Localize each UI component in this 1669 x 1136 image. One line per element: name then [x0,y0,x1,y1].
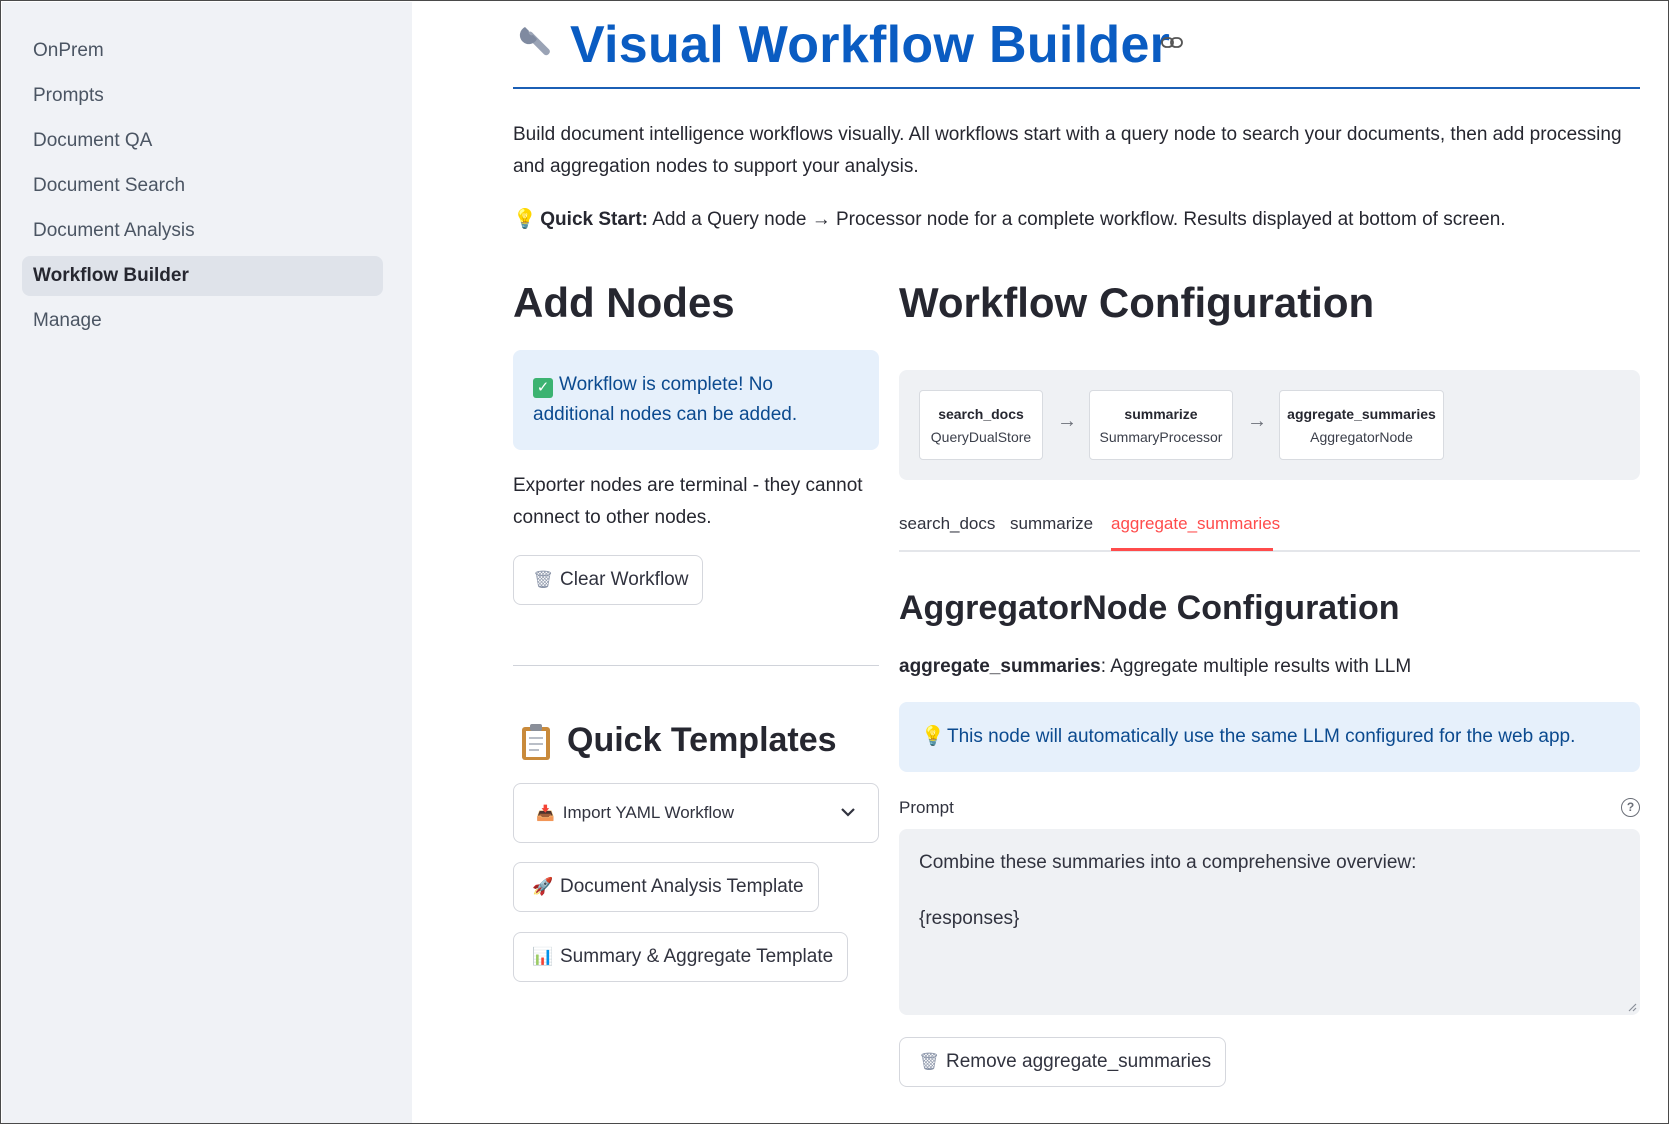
sidebar-item-prompts[interactable]: Prompts [22,76,383,116]
quick-templates-heading: Quick Templates [567,721,837,759]
exporter-note: Exporter nodes are terminal - they canno… [513,475,863,528]
quick-start-tip: 💡 Quick Start: Add a Query node → Proces… [513,204,1640,236]
llm-info-text: This node will automatically use the sam… [947,726,1576,747]
add-nodes-heading: Add Nodes [513,279,735,326]
quick-start-text: Add a Query node → Processor node for a … [652,209,1506,230]
clipboard-icon [521,723,551,766]
resize-handle-icon[interactable] [1627,1002,1637,1012]
chevron-down-icon [840,784,856,866]
node-type: SummaryProcessor [1099,429,1223,445]
main-content: Visual Workflow Builder Build document i… [513,1,1643,1123]
trash-icon: 🗑 [532,570,554,589]
node-type: AggregatorNode [1310,429,1413,445]
sidebar-item-document-qa[interactable]: Document QA [22,121,383,161]
trash-icon: 🗑 [918,1052,940,1071]
tab-summarize[interactable]: summarize [1010,514,1093,534]
wrench-icon [519,21,557,64]
summary-aggregate-template-button[interactable]: 📊 Summary & Aggregate Template [513,932,849,982]
check-icon: ✓ [533,378,553,398]
workflow-configuration-heading: Workflow Configuration [899,279,1375,326]
app-window: OnPrem Prompts Document QA Document Sear… [0,0,1669,1124]
arrow-right-icon: → [1057,410,1077,432]
clear-workflow-button[interactable]: 🗑 Clear Workflow [513,555,704,605]
sidebar-item-document-search[interactable]: Document Search [22,166,383,206]
sidebar-item-manage[interactable]: Manage [22,301,383,341]
prompt-label: Prompt [899,798,954,817]
node-configuration-heading: AggregatorNode Configuration [899,589,1400,627]
link-icon[interactable] [1161,36,1183,55]
page-title: Visual Workflow Builder [570,16,1171,74]
rocket-icon: 🚀 [532,877,554,896]
title-divider [513,87,1640,89]
sidebar-item-document-analysis[interactable]: Document Analysis [22,211,383,251]
intro-description: Build document intelligence workflows vi… [513,124,1622,177]
import-yaml-expander[interactable]: 📥 Import YAML Workflow [513,783,879,843]
inbox-icon: 📥 [536,805,555,822]
import-yaml-label: Import YAML Workflow [562,803,735,822]
prompt-textarea[interactable]: Combine these summaries into a comprehen… [899,829,1640,1015]
node-name: aggregate_summaries [1287,406,1436,422]
node-name: search_docs [938,406,1024,422]
node-description-text: : Aggregate multiple results with LLM [1100,656,1412,677]
bar-chart-icon: 📊 [532,947,554,966]
node-name: summarize [1124,406,1198,422]
prompt-line-2: {responses} [919,908,1020,929]
sidebar-item-onprem[interactable]: OnPrem [22,31,383,71]
tab-search-docs[interactable]: search_docs [899,514,995,534]
document-analysis-template-button[interactable]: 🚀 Document Analysis Template [513,862,819,912]
arrow-right-icon: → [1247,410,1267,432]
workflow-node-search-docs[interactable]: search_docs QueryDualStore [919,390,1043,460]
workflow-diagram: search_docs QueryDualStore → summarize S… [899,370,1640,480]
tab-aggregate-summaries[interactable]: aggregate_summaries [1111,514,1280,534]
active-tab-indicator [1111,548,1273,551]
workflow-node-aggregate-summaries[interactable]: aggregate_summaries AggregatorNode [1279,390,1444,460]
quick-start-label: Quick Start: [540,209,648,230]
workflow-complete-text: Workflow is complete! No additional node… [533,374,798,425]
workflow-complete-alert: ✓ Workflow is complete! No additional nod… [513,350,879,450]
prompt-line-1: Combine these summaries into a comprehen… [919,852,1417,873]
node-type: QueryDualStore [930,429,1032,445]
sidebar-item-workflow-builder[interactable]: Workflow Builder [22,256,383,296]
node-description-name: aggregate_summaries [899,656,1101,677]
remove-node-label: Remove aggregate_summaries [946,1051,1212,1072]
lightbulb-icon: 💡 [513,209,537,230]
remove-node-button[interactable]: 🗑 Remove aggregate_summaries [899,1037,1227,1087]
llm-info-alert: 💡 This node will automatically use the sa… [899,702,1640,772]
sidebar: OnPrem Prompts Document QA Document Sear… [2,2,412,1123]
clear-workflow-label: Clear Workflow [560,569,689,590]
section-divider [513,665,879,666]
document-analysis-template-label: Document Analysis Template [560,876,804,897]
workflow-node-summarize[interactable]: summarize SummaryProcessor [1089,390,1233,460]
help-icon[interactable]: ? [1621,798,1640,817]
node-description: aggregate_summaries: Aggregate multiple … [899,651,1411,683]
summary-aggregate-template-label: Summary & Aggregate Template [560,946,834,967]
lightbulb-icon: 💡 [921,726,945,747]
